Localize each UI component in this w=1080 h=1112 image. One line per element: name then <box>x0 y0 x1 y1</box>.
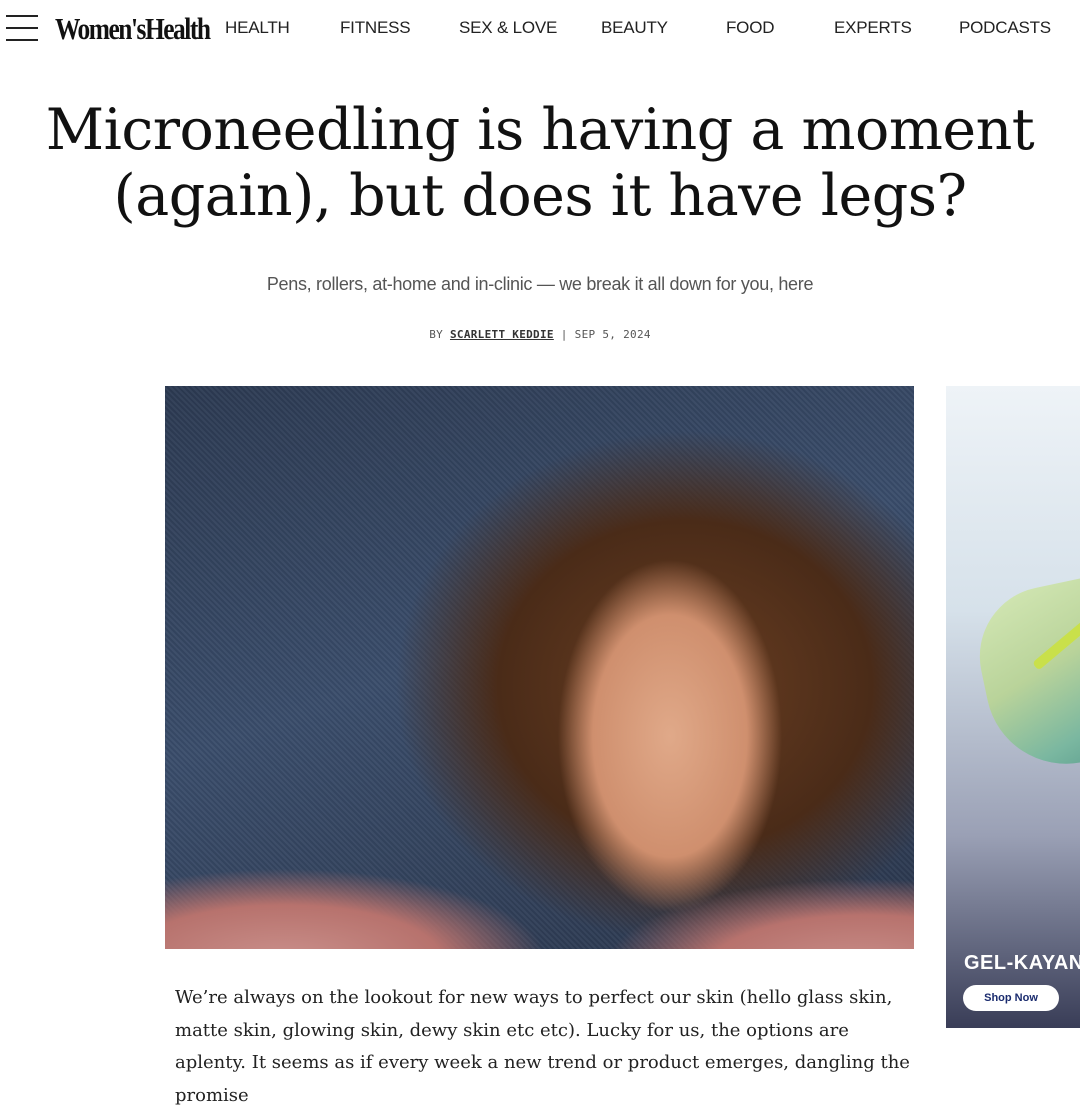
site-logo[interactable]: Women'sHealth <box>55 11 211 47</box>
sidebar-ad[interactable]: GEL-KAYAN Shop Now <box>946 386 1080 1028</box>
byline-prefix: BY <box>429 328 444 341</box>
author-link[interactable]: SCARLETT KEDDIE <box>450 328 554 341</box>
ad-shop-now-button[interactable]: Shop Now <box>963 985 1059 1011</box>
hero-image-detail <box>165 849 914 949</box>
nav-fitness[interactable]: FITNESS <box>340 18 411 38</box>
byline: BY SCARLETT KEDDIE | SEP 5, 2024 <box>0 328 1080 341</box>
nav-sex-love[interactable]: SEX & LOVE <box>459 18 557 38</box>
nav-podcasts[interactable]: PODCASTS <box>959 18 1051 38</box>
article-body-paragraph: We’re always on the lookout for new ways… <box>175 987 910 1106</box>
hero-image <box>165 386 914 949</box>
headline-line-1: Microneedling is having a moment <box>45 97 1035 163</box>
headline-line-2: (again), but does it have legs? <box>113 163 968 229</box>
byline-separator: | <box>560 328 568 341</box>
ad-shoe-image <box>966 573 1080 779</box>
article-headline: Microneedling is having a moment (again)… <box>0 97 1080 229</box>
article-dek: Pens, rollers, at-home and in-clinic — w… <box>266 274 814 294</box>
nav-health[interactable]: HEALTH <box>225 18 290 38</box>
nav-experts[interactable]: EXPERTS <box>834 18 912 38</box>
menu-icon[interactable] <box>6 13 38 43</box>
publish-date: SEP 5, 2024 <box>574 328 651 341</box>
nav-food[interactable]: FOOD <box>726 18 775 38</box>
ad-title: GEL-KAYAN <box>964 952 1080 974</box>
nav-beauty[interactable]: BEAUTY <box>601 18 668 38</box>
